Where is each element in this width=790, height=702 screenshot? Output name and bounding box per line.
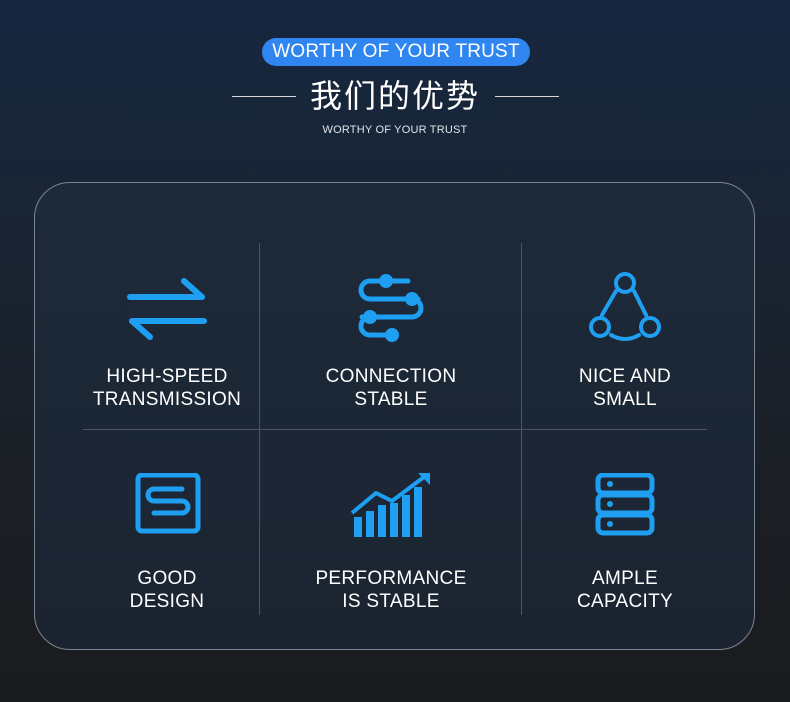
feature-label: PERFORMANCE IS STABLE xyxy=(276,567,506,613)
transfer-arrows-icon xyxy=(52,271,282,351)
feature-label-line2: IS STABLE xyxy=(342,591,440,612)
server-stack-icon xyxy=(510,473,740,553)
growth-chart-icon xyxy=(276,473,506,553)
feature-label-line1: HIGH-SPEED xyxy=(106,366,228,387)
feature-label: NICE AND SMALL xyxy=(510,365,740,411)
section-subtitle: WORTHY OF YOUR TRUST xyxy=(322,124,468,136)
feature-label: AMPLE CAPACITY xyxy=(510,567,740,613)
feature-label-line2: TRANSMISSION xyxy=(92,389,242,410)
connection-nodes-icon xyxy=(276,271,506,351)
feature-label-line1: CONNECTION xyxy=(325,366,457,387)
feature-label-line1: PERFORMANCE xyxy=(315,568,467,589)
feature-label-line1: NICE AND xyxy=(578,366,672,387)
feature-label-line1: AMPLE xyxy=(592,568,658,589)
section-title: 我们的优势 xyxy=(309,77,480,115)
feature-label: CONNECTION STABLE xyxy=(276,365,506,411)
feature-label: GOOD DESIGN xyxy=(52,567,282,613)
serpentine-design-icon xyxy=(52,473,282,553)
feature-label-line2: STABLE xyxy=(354,389,428,410)
feature-label-line1: GOOD xyxy=(137,568,197,589)
feature-label-line2: SMALL xyxy=(593,389,657,410)
section-title-row: 我们的优势 xyxy=(0,74,790,118)
title-divider-left xyxy=(232,96,296,97)
trust-badge: WORTHY OF YOUR TRUST xyxy=(262,38,530,66)
feature-label: HIGH-SPEED TRANSMISSION xyxy=(52,365,282,411)
title-divider-right xyxy=(495,96,559,97)
network-triangle-icon xyxy=(510,271,740,351)
feature-label-line2: CAPACITY xyxy=(576,591,673,612)
feature-label-line2: DESIGN xyxy=(129,591,205,612)
features-card: HIGH-SPEED TRANSMISSION CONNECTION STABL… xyxy=(34,182,755,650)
grid-divider-horizontal xyxy=(83,429,707,430)
